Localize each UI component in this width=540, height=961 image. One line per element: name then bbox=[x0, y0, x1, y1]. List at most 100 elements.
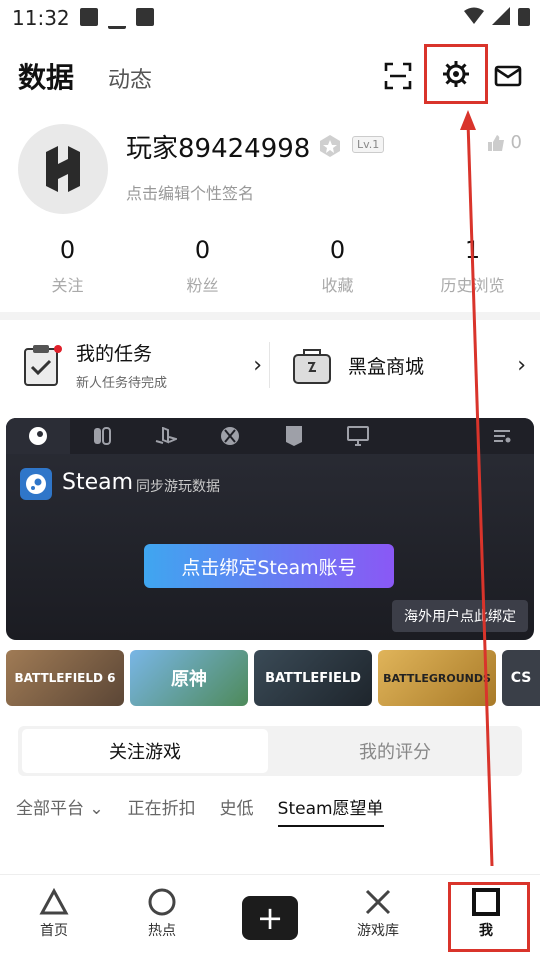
game-thumb-label: BATTLEGROUNDS bbox=[383, 671, 491, 685]
create-post-button[interactable]: + bbox=[242, 896, 298, 940]
stat-label: 关注 bbox=[51, 276, 84, 295]
download-icon bbox=[108, 8, 126, 29]
store-title: 黑盒商城 bbox=[348, 355, 425, 378]
game-thumb[interactable]: 原神 bbox=[130, 650, 248, 706]
mail-icon bbox=[494, 65, 522, 87]
my-tasks-title: 我的任务 bbox=[76, 343, 153, 365]
nav-hot-label: 热点 bbox=[148, 923, 176, 939]
filter-lowest[interactable]: 史低 bbox=[220, 794, 254, 827]
avatar[interactable] bbox=[18, 124, 108, 214]
filter-bar: 全部平台 ⌄ 正在折扣 史低 Steam愿望单 bbox=[16, 794, 384, 827]
text-icon bbox=[136, 8, 154, 26]
my-tasks-subtitle: 新人任务待完成 bbox=[76, 376, 168, 391]
game-thumb[interactable]: BATTLEFIELD 6 bbox=[6, 650, 124, 706]
nav-me[interactable]: 我 bbox=[432, 884, 540, 940]
game-thumb[interactable]: BATTLEFIELD bbox=[254, 650, 372, 706]
menu-settings-icon bbox=[494, 430, 511, 443]
tab-playstation[interactable] bbox=[134, 418, 198, 454]
username[interactable]: 玩家89424998 bbox=[126, 128, 310, 165]
tab-epic[interactable] bbox=[262, 418, 326, 454]
filter-label: 全部平台 bbox=[16, 799, 84, 819]
scan-button[interactable] bbox=[378, 56, 418, 96]
thumbs-up-icon bbox=[487, 134, 504, 151]
status-notification-icons bbox=[80, 8, 154, 29]
tab-pc[interactable] bbox=[326, 418, 390, 454]
settings-button[interactable] bbox=[424, 44, 488, 104]
status-bar: 11:32 bbox=[0, 0, 540, 36]
tab-followed-games[interactable]: 关注游戏 bbox=[22, 729, 268, 773]
platform-tabs bbox=[6, 418, 534, 454]
game-thumb[interactable]: BATTLEGROUNDS bbox=[378, 650, 496, 706]
stat-label: 收藏 bbox=[321, 276, 354, 295]
game-thumb-label: BATTLEFIELD 6 bbox=[14, 671, 116, 685]
platform-subtitle: 同步游玩数据 bbox=[136, 479, 220, 495]
bind-steam-button[interactable]: 点击绑定Steam账号 bbox=[144, 544, 394, 588]
square-icon bbox=[472, 888, 500, 916]
signal-icon bbox=[492, 7, 510, 25]
cross-icon bbox=[365, 889, 391, 915]
stat-label: 历史浏览 bbox=[440, 276, 505, 295]
bio-text[interactable]: 点击编辑个性签名 bbox=[126, 180, 254, 204]
stat-value: 1 bbox=[464, 236, 481, 264]
task-divider bbox=[269, 342, 270, 388]
stat-value: 0 bbox=[194, 236, 211, 264]
profile-stats: 0 关注 0 粉丝 0 收藏 1 历史浏览 bbox=[0, 236, 540, 296]
status-system-icons bbox=[464, 6, 530, 26]
stat-favorites[interactable]: 0 收藏 bbox=[270, 236, 405, 296]
plus-icon: + bbox=[256, 899, 284, 937]
verified-badge-icon bbox=[318, 134, 342, 162]
game-thumb[interactable]: CS bbox=[502, 650, 540, 706]
status-time: 11:32 bbox=[12, 6, 70, 30]
wifi-icon bbox=[464, 7, 484, 24]
my-tasks-card[interactable]: 我的任务 新人任务待完成 › bbox=[22, 330, 262, 400]
game-thumb-label: CS bbox=[510, 670, 532, 686]
nav-home[interactable]: 首页 bbox=[0, 884, 108, 940]
platform-title: Steam bbox=[62, 470, 134, 495]
nav-hot[interactable]: 热点 bbox=[108, 884, 216, 940]
steam-logo bbox=[20, 468, 52, 500]
filter-all-platforms[interactable]: 全部平台 ⌄ bbox=[16, 794, 104, 827]
section-divider bbox=[0, 312, 540, 320]
game-thumb-label: 原神 bbox=[171, 669, 207, 690]
scan-icon bbox=[384, 62, 412, 90]
battery-icon bbox=[518, 8, 530, 26]
nav-game-library[interactable]: 游戏库 bbox=[324, 884, 432, 940]
epic-icon bbox=[286, 426, 302, 446]
circle-icon bbox=[148, 888, 176, 916]
nav-library-label: 游戏库 bbox=[357, 923, 399, 939]
shopping-bag-icon bbox=[293, 349, 331, 384]
heybox-store-card[interactable]: 黑盒商城 › bbox=[292, 330, 526, 400]
stat-following[interactable]: 0 关注 bbox=[0, 236, 135, 296]
like-count-value: 0 bbox=[510, 132, 522, 153]
switch-icon bbox=[94, 427, 111, 445]
gear-icon bbox=[443, 61, 469, 87]
monitor-icon bbox=[347, 426, 369, 446]
stat-followers[interactable]: 0 粉丝 bbox=[135, 236, 270, 296]
tab-xbox[interactable] bbox=[198, 418, 262, 454]
game-thumb-label: BATTLEFIELD bbox=[265, 670, 361, 686]
chevron-right-icon: › bbox=[517, 352, 526, 378]
tab-switch[interactable] bbox=[70, 418, 134, 454]
nav-me-label: 我 bbox=[479, 923, 493, 939]
tab-feed[interactable]: 动态 bbox=[108, 62, 152, 94]
stat-value: 0 bbox=[329, 236, 346, 264]
stat-label: 粉丝 bbox=[186, 276, 219, 295]
tab-steam[interactable] bbox=[6, 418, 70, 454]
level-badge: Lv.1 bbox=[352, 136, 385, 153]
xbox-icon bbox=[221, 427, 239, 445]
filter-on-sale[interactable]: 正在折扣 bbox=[128, 794, 196, 827]
like-count[interactable]: 0 bbox=[487, 132, 522, 153]
nav-home-label: 首页 bbox=[40, 923, 68, 939]
triangle-icon bbox=[39, 888, 69, 915]
tab-my-ratings[interactable]: 我的评分 bbox=[270, 729, 520, 773]
tab-menu[interactable] bbox=[470, 418, 534, 454]
chevron-right-icon: › bbox=[253, 352, 262, 378]
tab-data[interactable]: 数据 bbox=[18, 56, 74, 96]
playstation-icon bbox=[155, 427, 177, 444]
stat-history[interactable]: 1 历史浏览 bbox=[405, 236, 540, 296]
messages-button[interactable] bbox=[488, 56, 528, 96]
overseas-bind-button[interactable]: 海外用户点此绑定 bbox=[392, 600, 528, 632]
filter-steam-wishlist[interactable]: Steam愿望单 bbox=[277, 794, 384, 827]
chevron-down-icon: ⌄ bbox=[89, 799, 104, 819]
steam-icon bbox=[26, 474, 46, 494]
